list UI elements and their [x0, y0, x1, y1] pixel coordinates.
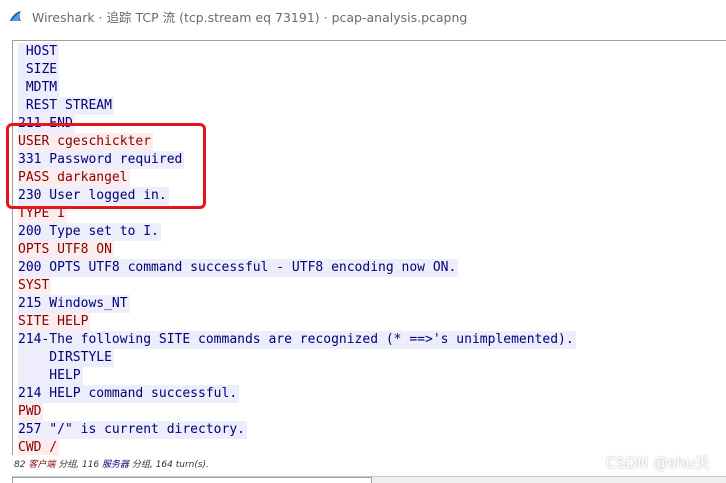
server-line: DIRSTYLE [18, 349, 114, 367]
server-line: 200 OPTS UTF8 command successful - UTF8 … [18, 259, 459, 277]
server-label: 服务器 [102, 460, 130, 470]
client-line: SYST [18, 277, 52, 295]
server-line: MDTM [18, 79, 60, 97]
client-line: PASS darkangel [18, 169, 130, 187]
server-line: 215 Windows_NT [18, 295, 130, 313]
server-line: 200 Type set to I. [18, 223, 161, 241]
conversation-select[interactable] [12, 477, 372, 483]
turn-count: 164 turn(s). [155, 460, 209, 470]
separator-2: 分组, [131, 460, 153, 470]
client-line: PWD [18, 403, 44, 421]
client-packet-count: 82 [14, 460, 26, 470]
stream-stats: 82 客户端 分组, 116 服务器 分组, 164 turn(s). [14, 458, 209, 472]
client-line: TYPE I [18, 205, 67, 223]
window-title: Wireshark · 追踪 TCP 流 (tcp.stream eq 7319… [32, 9, 468, 25]
client-line: SITE HELP [18, 313, 91, 331]
server-packet-count: 116 [81, 460, 100, 470]
server-line: 211 END [18, 115, 75, 133]
server-line: 214 HELP command successful. [18, 385, 240, 403]
stream-lines: HOST SIZE MDTM REST STREAM 211 END USER cg… [18, 43, 576, 455]
separator-1: 分组, [58, 460, 80, 470]
window-titlebar: Wireshark · 追踪 TCP 流 (tcp.stream eq 7319… [0, 0, 726, 32]
client-line: OPTS UTF8 ON [18, 241, 114, 259]
server-line: REST STREAM [18, 97, 114, 115]
server-line: SIZE [18, 61, 60, 79]
stream-content-pane[interactable]: HOST SIZE MDTM REST STREAM 211 END USER cg… [12, 40, 726, 455]
wireshark-fin-icon [10, 11, 21, 21]
client-label: 客户端 [28, 460, 56, 470]
client-line: CWD / [18, 439, 60, 455]
server-line: 230 User logged in. [18, 187, 169, 205]
server-line: 331 Password required [18, 151, 185, 169]
watermark: CSDN @shu天 [605, 454, 710, 472]
server-line: HELP [18, 367, 83, 385]
server-line: 257 "/" is current directory. [18, 421, 247, 439]
client-line: USER cgeschickter [18, 133, 154, 151]
server-line: HOST [18, 43, 60, 61]
server-line: 214-The following SITE commands are reco… [18, 331, 576, 349]
